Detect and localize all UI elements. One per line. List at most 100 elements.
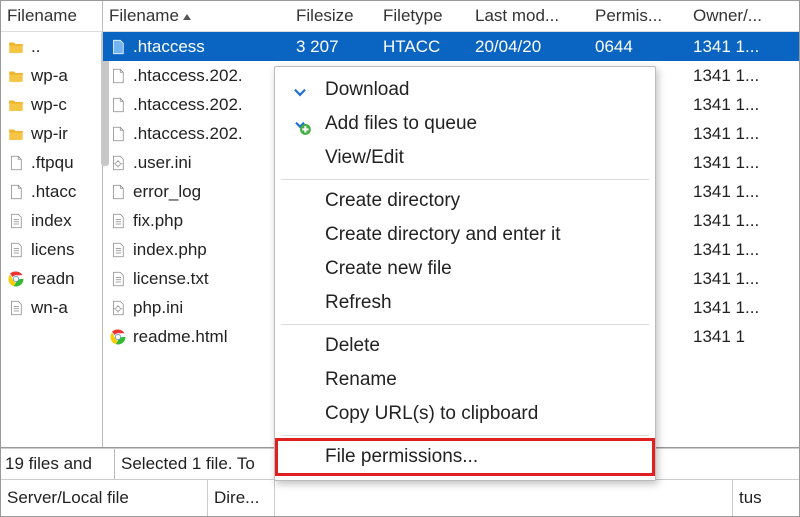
list-item[interactable]: licens <box>1 235 102 264</box>
file-name: php.ini <box>133 298 183 318</box>
table-row[interactable]: .htaccess 3 207HTACC20/04/2006441341 1... <box>103 32 799 61</box>
file-sel-icon <box>109 38 127 56</box>
ini-icon <box>109 299 127 317</box>
file-size: 3 207 <box>290 35 377 59</box>
menu-view-edit-label: View/Edit <box>325 147 653 169</box>
menu-refresh[interactable]: Refresh <box>277 286 653 320</box>
menu-create-directory-enter[interactable]: Create directory and enter it <box>277 218 653 252</box>
blank-icon <box>287 367 313 393</box>
list-item[interactable]: .. <box>1 32 102 61</box>
file-name: index <box>31 211 72 231</box>
blank-icon <box>287 290 313 316</box>
list-item[interactable]: wp-a <box>1 61 102 90</box>
file-icon <box>109 125 127 143</box>
menu-file-permissions[interactable]: File permissions... <box>277 440 653 474</box>
file-name: readn <box>31 269 74 289</box>
menu-add-to-queue[interactable]: Add files to queue <box>277 107 653 141</box>
header-filename[interactable]: Filename <box>103 2 290 30</box>
file-name: wn-a <box>31 298 68 318</box>
doc-icon <box>7 299 25 317</box>
folder-icon <box>7 38 25 56</box>
list-item[interactable]: wn-a <box>1 293 102 322</box>
file-name: .ftpqu <box>31 153 74 173</box>
queue-col-file[interactable]: Server/Local file <box>1 480 208 516</box>
list-item[interactable]: wp-ir <box>1 119 102 148</box>
queue-col-direction[interactable]: Dire... <box>208 480 275 516</box>
header-lastmod[interactable]: Last mod... <box>469 2 589 30</box>
ini-icon <box>109 154 127 172</box>
menu-separator <box>281 179 649 180</box>
file-owner: 1341 1... <box>687 122 799 146</box>
file-modified: 20/04/20 <box>469 35 589 59</box>
menu-separator <box>281 435 649 436</box>
file-name: .htaccess.202. <box>133 124 243 144</box>
file-owner: 1341 1... <box>687 267 799 291</box>
blank-icon <box>287 188 313 214</box>
menu-delete[interactable]: Delete <box>277 329 653 363</box>
menu-view-edit[interactable]: View/Edit <box>277 141 653 175</box>
menu-add-to-queue-label: Add files to queue <box>325 113 653 135</box>
queue-header[interactable]: Server/Local file Dire... tus <box>1 479 799 516</box>
menu-create-directory[interactable]: Create directory <box>277 184 653 218</box>
file-name: wp-ir <box>31 124 68 144</box>
local-header-row[interactable]: Filename <box>1 1 102 32</box>
file-name: error_log <box>133 182 201 202</box>
chrome-icon <box>7 270 25 288</box>
list-item[interactable]: readn <box>1 264 102 293</box>
local-header-filename[interactable]: Filename <box>1 2 102 30</box>
status-left: 19 files and <box>1 449 115 479</box>
filezilla-window: Filename .. wp-a wp-c wp-ir .ftpqu .htacc inde… <box>0 0 800 517</box>
file-name: index.php <box>133 240 207 260</box>
header-filesize[interactable]: Filesize <box>290 2 377 30</box>
file-icon <box>109 67 127 85</box>
file-owner: 1341 1... <box>687 238 799 262</box>
header-filetype[interactable]: Filetype <box>377 2 469 30</box>
file-name: .. <box>31 37 40 57</box>
menu-copy-url-label: Copy URL(s) to clipboard <box>325 403 653 425</box>
folder-icon <box>7 96 25 114</box>
queue-col-status[interactable]: tus <box>732 480 799 516</box>
menu-create-file[interactable]: Create new file <box>277 252 653 286</box>
list-item[interactable]: wp-c <box>1 90 102 119</box>
menu-create-directory-label: Create directory <box>325 190 653 212</box>
doc-icon <box>7 241 25 259</box>
doc-icon <box>7 212 25 230</box>
header-permissions[interactable]: Permis... <box>589 2 687 30</box>
file-owner: 1341 1... <box>687 180 799 204</box>
file-permissions: 0644 <box>589 35 687 59</box>
menu-separator <box>281 324 649 325</box>
blank-icon <box>287 222 313 248</box>
file-name: wp-c <box>31 95 67 115</box>
menu-copy-url[interactable]: Copy URL(s) to clipboard <box>277 397 653 431</box>
file-name: readme.html <box>133 327 227 347</box>
menu-file-permissions-label: File permissions... <box>325 446 653 468</box>
file-owner: 1341 1 <box>687 325 799 349</box>
file-name: .htaccess <box>133 37 205 57</box>
file-icon <box>109 96 127 114</box>
header-owner[interactable]: Owner/... <box>687 2 799 30</box>
menu-delete-label: Delete <box>325 335 653 357</box>
menu-create-directory-enter-label: Create directory and enter it <box>325 224 653 246</box>
file-icon <box>109 183 127 201</box>
menu-rename[interactable]: Rename <box>277 363 653 397</box>
file-name: .htaccess.202. <box>133 66 243 86</box>
menu-download[interactable]: Download <box>277 73 653 107</box>
list-item[interactable]: .htacc <box>1 177 102 206</box>
menu-create-file-label: Create new file <box>325 258 653 280</box>
file-owner: 1341 1... <box>687 151 799 175</box>
local-file-list[interactable]: .. wp-a wp-c wp-ir .ftpqu .htacc index licens re… <box>1 32 102 447</box>
file-name: licens <box>31 240 74 260</box>
file-type: HTACC <box>377 35 469 59</box>
add-to-queue-icon <box>287 111 313 137</box>
blank-icon <box>287 145 313 171</box>
context-menu: Download Add files to queue View/Edit Cr… <box>274 66 656 481</box>
menu-rename-label: Rename <box>325 369 653 391</box>
list-item[interactable]: .ftpqu <box>1 148 102 177</box>
file-owner: 1341 1... <box>687 35 799 59</box>
folder-icon <box>7 67 25 85</box>
status-right: Selected 1 file. To <box>115 454 255 474</box>
remote-header-row[interactable]: Filename Filesize Filetype Last mod... P… <box>103 1 799 32</box>
menu-download-label: Download <box>325 79 653 101</box>
blank-icon <box>287 256 313 282</box>
list-item[interactable]: index <box>1 206 102 235</box>
